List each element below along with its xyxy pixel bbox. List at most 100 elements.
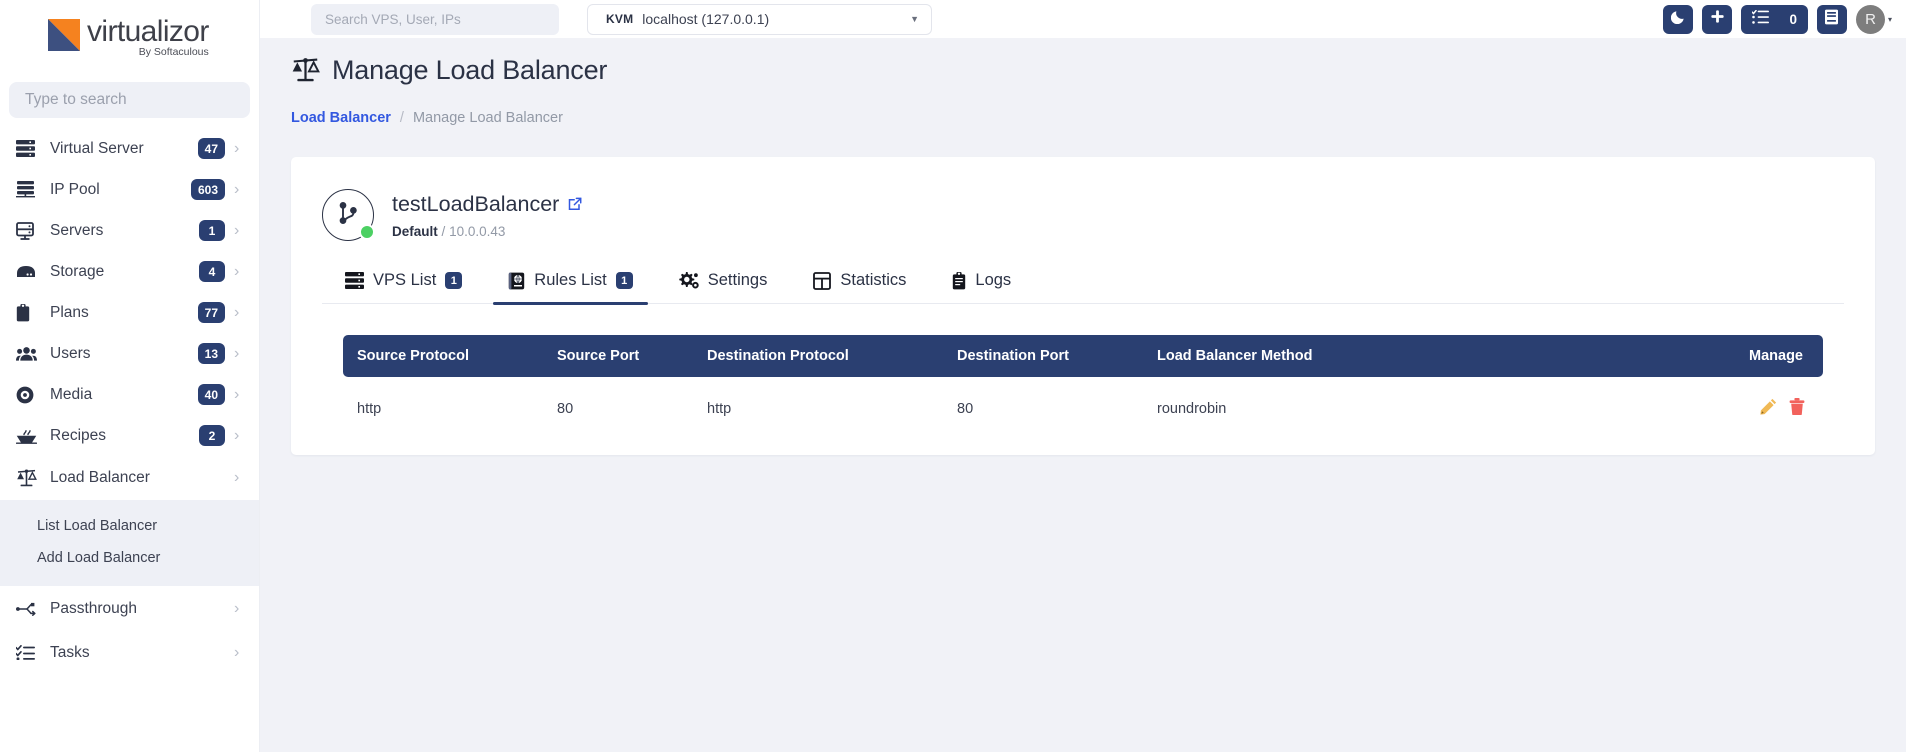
sidebar-item-load-balancer[interactable]: Load Balancer › — [0, 456, 259, 500]
load-balancer-avatar-wrap — [322, 189, 375, 241]
sidebar-item-label: Media — [50, 385, 93, 403]
col-source-protocol: Source Protocol — [357, 348, 469, 364]
subtitle-separator: / — [441, 223, 446, 239]
load-balancer-ip: 10.0.0.43 — [449, 223, 506, 239]
user-menu-button[interactable]: R ▾ — [1855, 4, 1892, 34]
load-balancer-header: testLoadBalancer Default / 10.0.0.43 — [291, 177, 1875, 241]
chevron-right-icon: › — [234, 426, 240, 444]
load-balancer-meta: testLoadBalancer Default / 10.0.0.43 — [392, 192, 582, 239]
tasks-icon — [16, 643, 42, 663]
global-search[interactable] — [311, 3, 559, 35]
cell-load-balancer-method: roundrobin — [1157, 400, 1227, 417]
chevron-right-icon: › — [234, 303, 240, 321]
recipe-bowl-icon — [16, 426, 42, 446]
sidebar-item-badge: 1 — [199, 220, 225, 241]
col-manage: Manage — [1749, 348, 1803, 364]
tab-logs[interactable]: Logs — [929, 265, 1034, 303]
servers-stack-icon — [345, 272, 364, 289]
status-dot — [359, 224, 375, 240]
disc-icon — [16, 385, 42, 405]
tasks-button[interactable]: 0 — [1741, 4, 1808, 34]
breadcrumb: Load Balancer / Manage Load Balancer — [260, 86, 1906, 126]
sidebar-item-ip-pool[interactable]: IP Pool 603 › — [0, 169, 259, 210]
add-button[interactable] — [1702, 4, 1733, 34]
submenu-item-add-load-balancer[interactable]: Add Load Balancer — [0, 542, 259, 574]
external-link-icon[interactable] — [568, 197, 582, 211]
load-balancer-card: testLoadBalancer Default / 10.0.0.43 VPS… — [291, 157, 1875, 455]
tab-rules-list[interactable]: Rules List 1 — [485, 265, 655, 305]
tab-label: Settings — [707, 271, 768, 289]
tab-vps-list[interactable]: VPS List 1 — [322, 265, 485, 303]
sidebar-item-badge: 2 — [199, 425, 225, 446]
chevron-right-icon: › — [234, 344, 240, 362]
sidebar-item-badge: 4 — [199, 261, 225, 282]
global-search-input[interactable] — [325, 11, 545, 27]
brand-name: virtualizor — [87, 15, 209, 48]
brand-logo[interactable]: virtualizor By Softaculous — [0, 4, 259, 68]
rules-table: Source Protocol Source Port Destination … — [343, 335, 1823, 431]
sidebar-item-virtual-server[interactable]: Virtual Server 47 › — [0, 128, 259, 169]
sidebar-item-badge: 47 — [197, 138, 225, 159]
load-balancer-name: testLoadBalancer — [392, 191, 560, 216]
sidebar-item-label: Virtual Server — [50, 139, 144, 157]
usb-icon — [16, 599, 42, 619]
users-icon — [16, 344, 42, 364]
main-region: KVM localhost (127.0.0.1) ▼ — [260, 0, 1906, 752]
sidebar-item-recipes[interactable]: Recipes 2 › — [0, 415, 259, 456]
host-type-label: KVM — [606, 12, 634, 26]
servers-stack-icon — [16, 139, 42, 159]
pencil-icon[interactable] — [1760, 398, 1781, 419]
host-selector[interactable]: KVM localhost (127.0.0.1) ▼ — [587, 3, 932, 35]
chevron-right-icon: › — [234, 643, 240, 661]
sidebar-item-servers[interactable]: Servers 1 › — [0, 210, 259, 251]
trash-icon[interactable] — [1789, 398, 1805, 419]
virtualizor-logo-icon — [48, 19, 80, 51]
brand-tagline: By Softaculous — [138, 46, 209, 58]
cell-destination-port: 80 — [957, 400, 974, 417]
sidebar-item-plans[interactable]: Plans 77 › — [0, 292, 259, 333]
table-header-row: Source Protocol Source Port Destination … — [343, 335, 1823, 377]
sidebar-item-label: IP Pool — [50, 180, 100, 198]
page-title-text: Manage Load Balancer — [332, 55, 608, 85]
sidebar-item-passthrough[interactable]: Passthrough › — [0, 586, 259, 632]
breadcrumb-link-load-balancer[interactable]: Load Balancer — [291, 110, 391, 126]
chevron-right-icon: › — [234, 180, 240, 198]
tab-label: VPS List — [373, 271, 437, 289]
dark-mode-button[interactable] — [1663, 4, 1694, 34]
sidebar-item-tasks[interactable]: Tasks › — [0, 632, 259, 673]
sidebar-item-media[interactable]: Media 40 › — [0, 374, 259, 415]
docs-button[interactable] — [1816, 4, 1847, 34]
sidebar-item-label: Users — [50, 344, 91, 362]
sidebar-item-label: Servers — [50, 221, 104, 239]
sidebar-item-storage[interactable]: Storage 4 › — [0, 251, 259, 292]
sidebar-search-input[interactable] — [25, 91, 234, 109]
tab-label: Logs — [975, 271, 1012, 289]
sidebar-item-label: Passthrough — [50, 600, 138, 617]
cell-source-port: 80 — [557, 400, 574, 417]
tab-statistics[interactable]: Statistics — [790, 265, 929, 303]
moon-icon — [1670, 9, 1686, 29]
breadcrumb-current: Manage Load Balancer — [412, 110, 563, 126]
tab-bar: VPS List 1 Rules List 1 Settings Statist… — [322, 265, 1844, 305]
breadcrumb-separator: / — [399, 110, 404, 126]
sidebar-item-users[interactable]: Users 13 › — [0, 333, 259, 374]
sidebar-search[interactable] — [9, 82, 250, 118]
chevron-right-icon: › — [234, 139, 240, 157]
storage-icon — [16, 262, 42, 282]
chevron-right-icon: › — [234, 600, 240, 617]
rules-table-wrap: Source Protocol Source Port Destination … — [343, 335, 1823, 431]
tab-settings[interactable]: Settings — [656, 265, 791, 303]
app-root: virtualizor By Softaculous Virtual Serve… — [0, 0, 1906, 752]
git-branch-icon — [337, 201, 359, 230]
chevron-down-icon: ▾ — [1887, 14, 1892, 24]
ip-pool-icon — [16, 180, 42, 200]
load-balancer-group: Default — [392, 223, 438, 239]
load-balancer-submenu: List Load Balancer Add Load Balancer — [0, 500, 259, 586]
sidebar-item-label: Load Balancer — [50, 469, 150, 486]
submenu-item-list-load-balancer[interactable]: List Load Balancer — [0, 510, 259, 542]
grid-table-icon — [813, 271, 832, 290]
sidebar-item-badge: 13 — [197, 343, 225, 364]
sidebar-item-label: Storage — [50, 262, 105, 280]
book-icon — [1824, 9, 1839, 30]
col-source-port: Source Port — [557, 348, 640, 364]
